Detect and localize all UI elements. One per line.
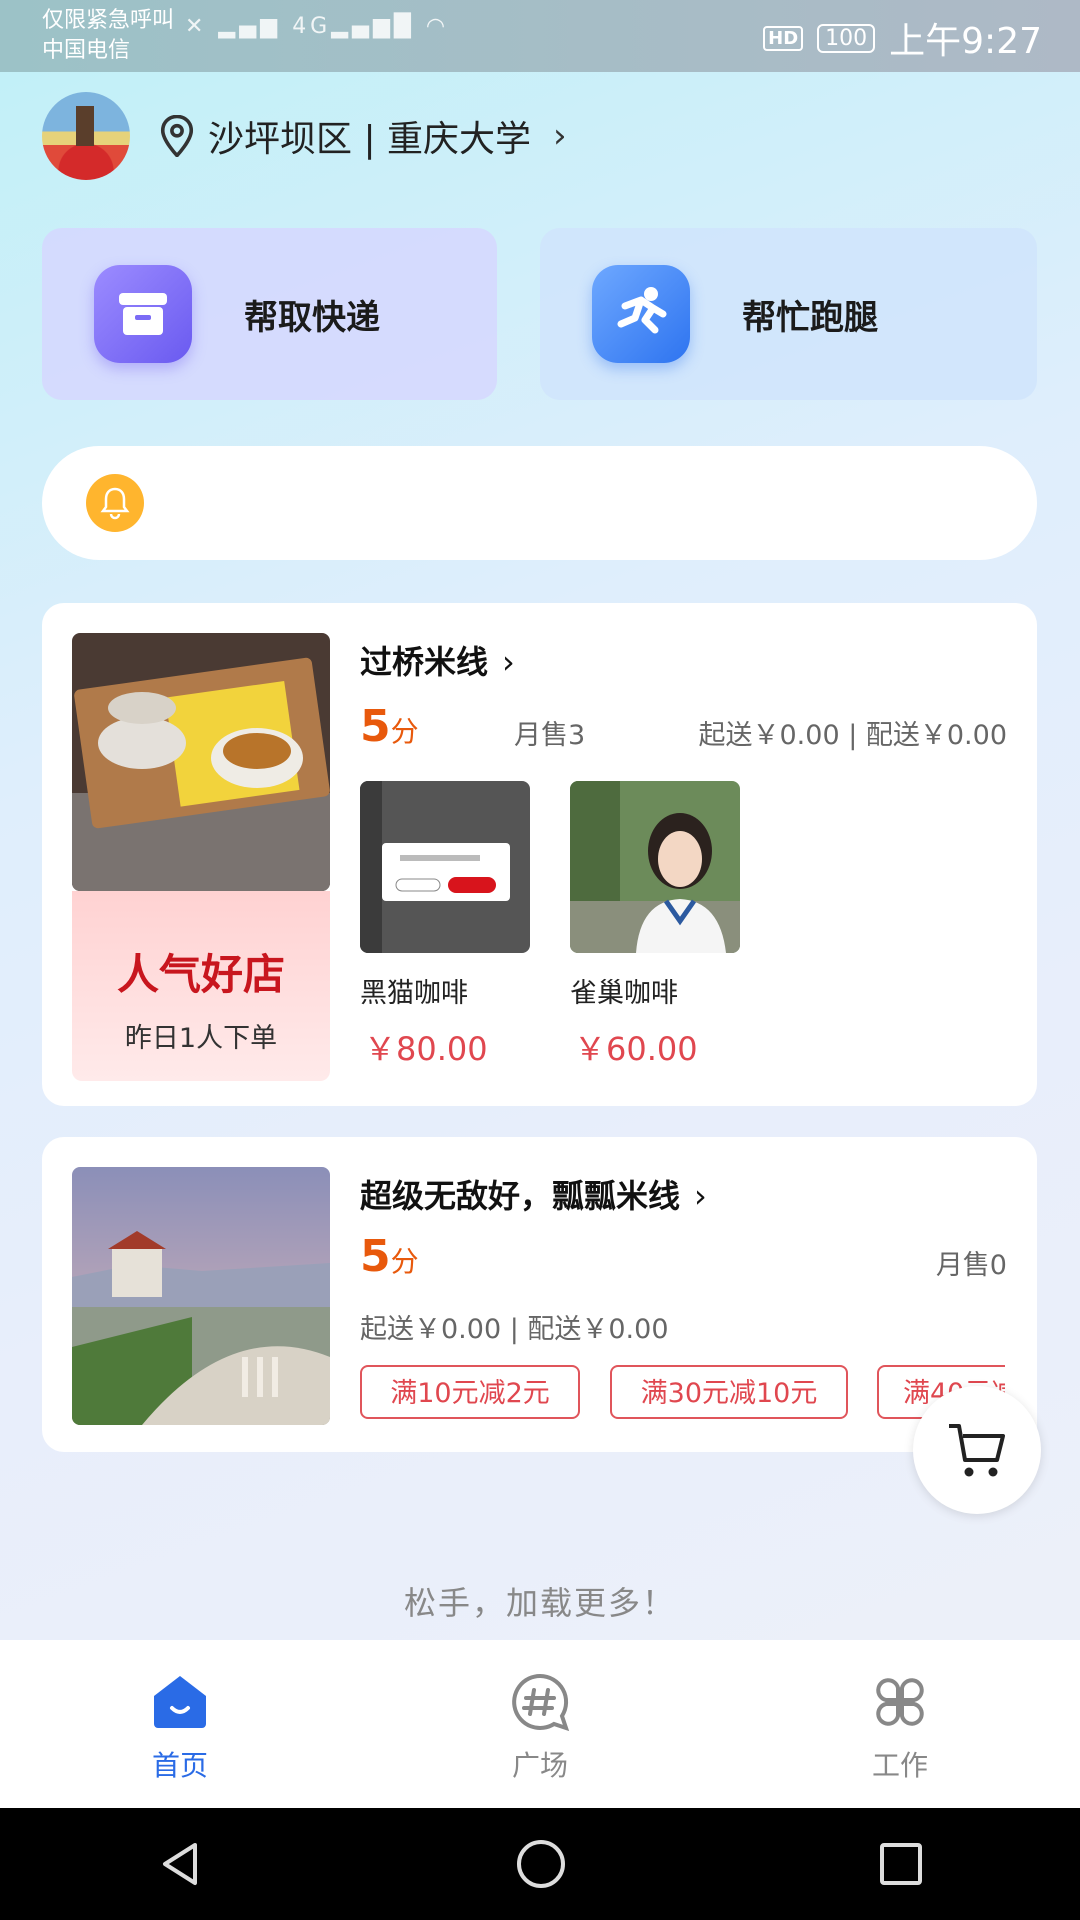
windmill-image [76, 106, 94, 146]
shop-thumbnail [72, 633, 330, 891]
system-nav-bar [0, 1808, 1080, 1920]
delivery-info: 起送￥0.00 | 配送￥0.00 [698, 720, 1008, 751]
coupon-tag[interactable]: 满10元减2元 [360, 1365, 580, 1419]
product-item[interactable]: 黑猫咖啡 ￥80.00 [360, 781, 530, 1070]
popular-shop-badge: 人气好店 昨日1人下单 [72, 891, 330, 1081]
chevron-right-icon: › [694, 1177, 707, 1215]
product-name: 雀巢咖啡 [570, 978, 678, 1009]
express-pickup-card[interactable]: 帮取快递 [42, 228, 497, 400]
status-bar: 仅限紧急呼叫 中国电信 ✕ ▂▄▆ 4G▂▄▆█ ◠ HD 100 上午9:27 [0, 0, 1080, 72]
bottom-tab-bar: 首页 广场 工作 [0, 1640, 1080, 1808]
product-name: 黑猫咖啡 [360, 978, 468, 1009]
coupon-list[interactable]: 满10元减2元 满30元减10元 满40元减 [360, 1365, 1005, 1425]
delivery-info: 起送￥0.00 | 配送￥0.00 [360, 1314, 669, 1345]
chevron-right-icon: › [553, 116, 567, 156]
home-circle-icon[interactable] [515, 1838, 567, 1890]
coupon-tag[interactable]: 满30元减10元 [610, 1365, 848, 1419]
shop-score: 5分 [360, 701, 419, 752]
signal-icon: ✕ ▂▄▆ 4G▂▄▆█ ◠ [185, 14, 450, 39]
product-image [360, 781, 530, 953]
load-more-hint: 松手，加载更多！ [403, 1584, 676, 1622]
recents-icon[interactable] [877, 1840, 925, 1888]
carrier-info: 仅限紧急呼叫 中国电信 [42, 8, 175, 63]
product-item[interactable]: 雀巢咖啡 ￥60.00 [570, 781, 740, 1070]
shop-name[interactable]: 过桥米线 › [360, 637, 515, 683]
bell-icon [86, 474, 144, 532]
grid-clover-icon [876, 1678, 924, 1726]
cart-icon [949, 1424, 1005, 1477]
battery-icon: 100 [817, 23, 876, 53]
location-pin-icon [160, 115, 194, 157]
errand-label: 帮忙跑腿 [742, 297, 878, 338]
monthly-sales: 月售0 [935, 1250, 1007, 1281]
hashtag-chat-icon [512, 1673, 570, 1732]
shop-thumbnail [72, 1167, 330, 1425]
product-image [570, 781, 740, 953]
chevron-right-icon: › [502, 643, 515, 681]
notice-bar[interactable] [42, 446, 1037, 560]
shop-name[interactable]: 超级无敌好，瓢瓢米线 › [360, 1171, 707, 1217]
location-text: 沙坪坝区 | 重庆大学 [208, 119, 532, 160]
package-box-icon [94, 265, 192, 363]
errand-card[interactable]: 帮忙跑腿 [540, 228, 1037, 400]
shop-card[interactable]: 超级无敌好，瓢瓢米线 › 5分 月售0 起送￥0.00 | 配送￥0.00 满10… [42, 1137, 1037, 1452]
shop-score: 5分 [360, 1231, 419, 1282]
running-person-icon [592, 265, 690, 363]
product-price: ￥60.00 [574, 1030, 698, 1068]
avatar[interactable] [42, 92, 130, 180]
monthly-sales: 月售3 [514, 720, 586, 751]
hd-badge: HD [763, 25, 804, 51]
tab-home[interactable]: 首页 [0, 1640, 360, 1808]
home-icon [154, 1676, 206, 1728]
shop-card[interactable]: 人气好店 昨日1人下单 过桥米线 › 5分 月售3 起送￥0.00 | 配送￥0.… [42, 603, 1037, 1106]
clock: 上午9:27 [889, 21, 1042, 62]
product-price: ￥80.00 [364, 1030, 488, 1068]
tab-square[interactable]: 广场 [360, 1640, 720, 1808]
back-icon[interactable] [155, 1839, 205, 1889]
location-selector[interactable]: 沙坪坝区 | 重庆大学 › [158, 110, 567, 162]
tab-work[interactable]: 工作 [720, 1640, 1080, 1808]
express-pickup-label: 帮取快递 [244, 297, 380, 338]
cart-button[interactable] [913, 1386, 1041, 1514]
